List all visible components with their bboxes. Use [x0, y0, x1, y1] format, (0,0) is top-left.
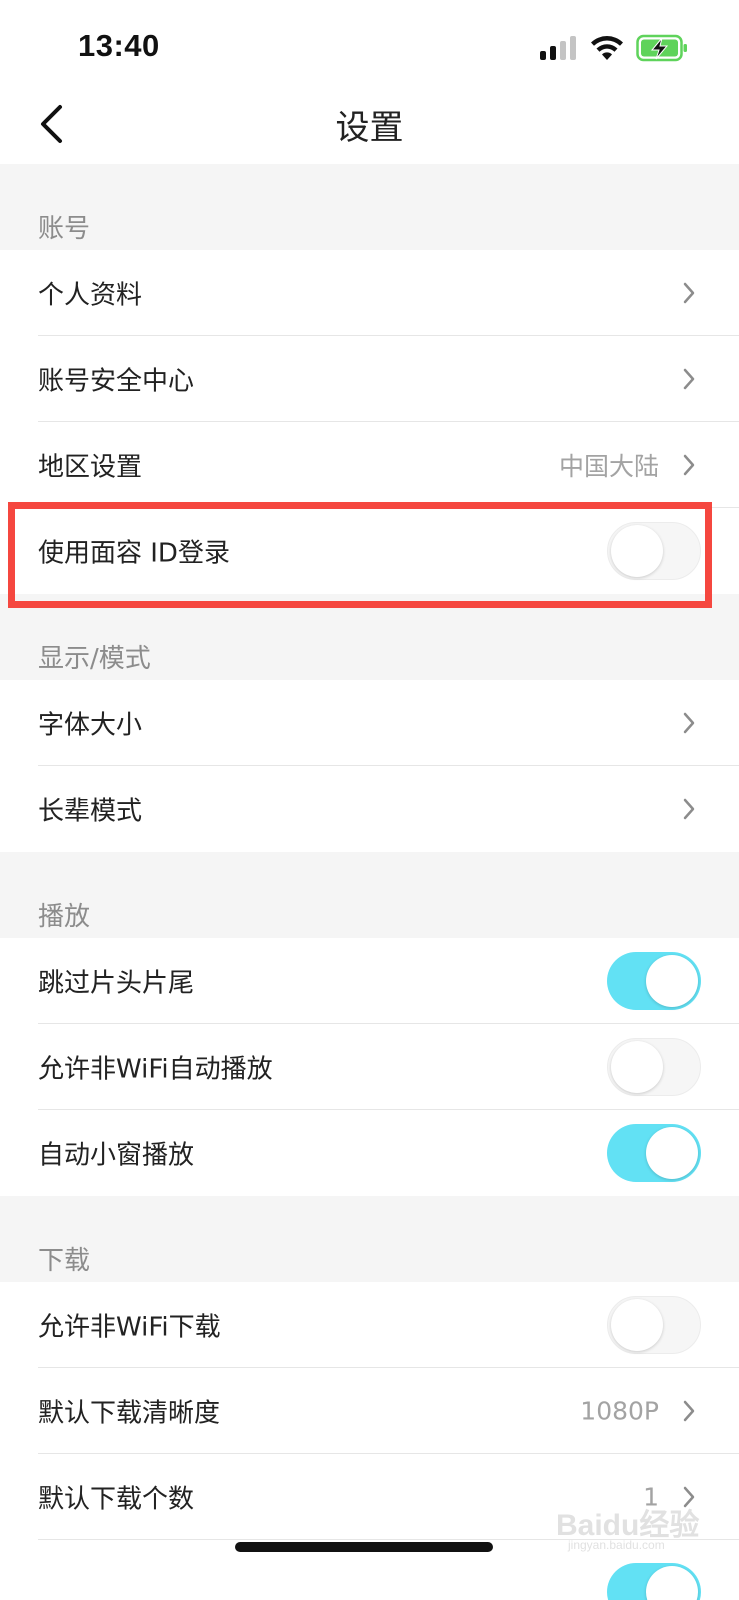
section-title: 下载 — [38, 1246, 91, 1276]
section-header-display: 显示/模式 — [0, 594, 739, 680]
row-profile[interactable]: 个人资料 — [0, 250, 739, 336]
row-label: 地区设置 — [38, 452, 143, 483]
toggle-knob — [611, 1041, 663, 1093]
skip-intro-toggle[interactable] — [607, 952, 701, 1010]
row-label: 个人资料 — [38, 280, 143, 311]
section-title: 显示/模式 — [38, 644, 151, 674]
row-label: 跳过片头片尾 — [38, 968, 195, 999]
chevron-right-icon — [683, 1400, 695, 1422]
row-label: 账号安全中心 — [38, 366, 195, 397]
home-indicator[interactable] — [235, 1542, 493, 1552]
row-default-download-quality[interactable]: 默认下载清晰度 1080P — [0, 1368, 739, 1454]
toggle-knob — [611, 1299, 663, 1351]
row-label: 默认下载清晰度 — [38, 1398, 221, 1429]
chevron-right-icon — [683, 798, 695, 820]
row-label: 自动小窗播放 — [38, 1140, 195, 1171]
face-id-toggle[interactable] — [607, 522, 701, 580]
status-time: 13:40 — [78, 28, 160, 63]
nav-bar: 设置 — [0, 88, 739, 164]
watermark-subtext: jingyan.baidu.com — [568, 1538, 665, 1552]
row-autoplay-non-wifi: 允许非WiFi自动播放 — [0, 1024, 739, 1110]
row-face-id-login: 使用面容 ID登录 — [0, 508, 739, 594]
partial-toggle[interactable] — [607, 1563, 701, 1600]
row-elder-mode[interactable]: 长辈模式 — [0, 766, 739, 852]
row-auto-mini-window: 自动小窗播放 — [0, 1110, 739, 1196]
battery-charging-icon — [636, 34, 687, 62]
row-region[interactable]: 地区设置 中国大陆 — [0, 422, 739, 508]
section-title: 播放 — [38, 902, 91, 932]
section-header-download: 下载 — [0, 1196, 739, 1282]
toggle-knob — [611, 525, 663, 577]
toggle-knob — [646, 1566, 698, 1600]
row-label: 允许非WiFi自动播放 — [38, 1054, 273, 1085]
settings-screen: 13:40 设置 账号 个人资料 账号安全中心 地区设置 中国大陆 使用面容 I… — [0, 0, 739, 1600]
chevron-right-icon — [683, 368, 695, 390]
wifi-icon — [591, 36, 623, 60]
row-value: 中国大陆 — [558, 452, 659, 481]
section-title: 账号 — [38, 214, 91, 244]
row-download-non-wifi: 允许非WiFi下载 — [0, 1282, 739, 1368]
toggle-knob — [646, 955, 698, 1007]
status-bar: 13:40 — [0, 0, 739, 88]
row-label: 默认下载个数 — [38, 1484, 195, 1515]
row-label: 字体大小 — [38, 710, 143, 741]
toggle-knob — [646, 1127, 698, 1179]
row-font-size[interactable]: 字体大小 — [0, 680, 739, 766]
autoplay-non-wifi-toggle[interactable] — [607, 1038, 701, 1096]
chevron-right-icon — [683, 454, 695, 476]
row-value: 1080P — [580, 1396, 659, 1426]
auto-mini-window-toggle[interactable] — [607, 1124, 701, 1182]
page-title: 设置 — [335, 108, 404, 148]
row-label: 使用面容 ID登录 — [38, 538, 230, 569]
row-label: 允许非WiFi下载 — [38, 1312, 221, 1343]
row-label: 长辈模式 — [38, 796, 143, 827]
row-skip-intro-outro: 跳过片头片尾 — [0, 938, 739, 1024]
section-header-playback: 播放 — [0, 852, 739, 938]
chevron-right-icon — [683, 282, 695, 304]
section-header-account: 账号 — [0, 164, 739, 250]
row-account-security[interactable]: 账号安全中心 — [0, 336, 739, 422]
cellular-signal-icon — [540, 36, 576, 60]
download-non-wifi-toggle[interactable] — [607, 1296, 701, 1354]
chevron-right-icon — [683, 712, 695, 734]
watermark: Baidu经验 jingyan.baidu.com — [556, 1500, 716, 1552]
